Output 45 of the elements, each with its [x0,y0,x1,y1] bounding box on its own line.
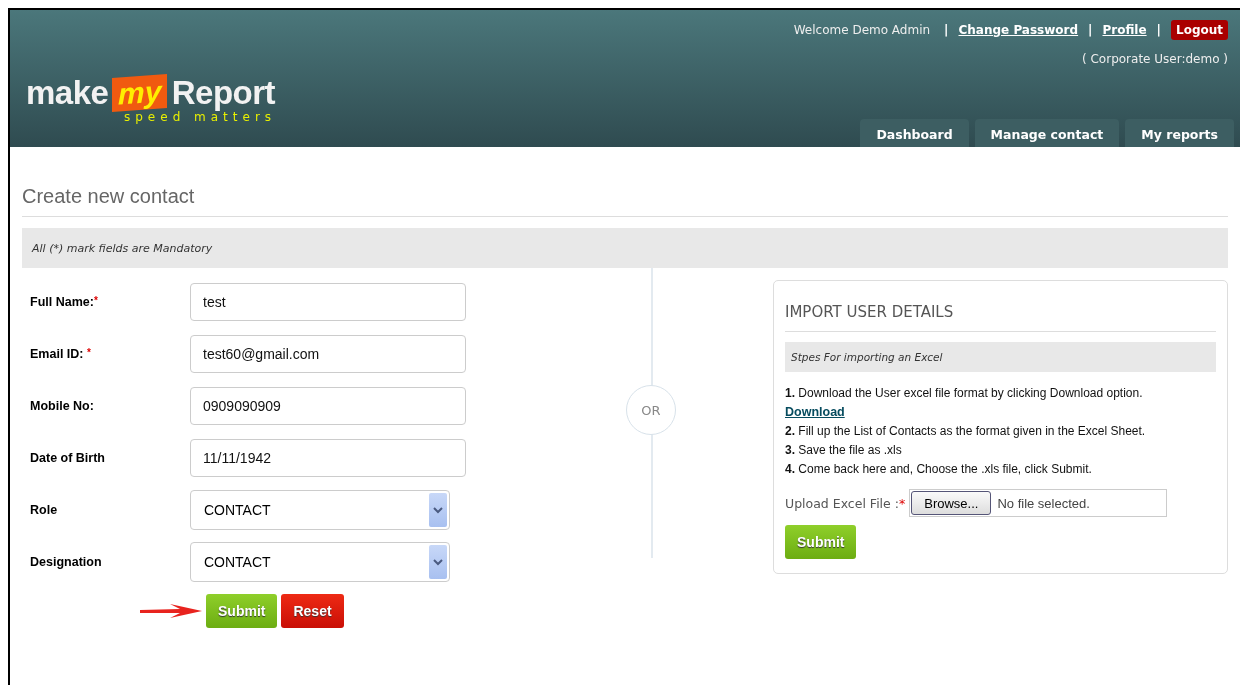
nav-tab[interactable]: My reports [1125,119,1234,147]
dropdown-icon [429,545,447,579]
step-text: 1. Download the User excel file format by clicking Download option. [785,385,1144,402]
field-label: Designation [29,555,103,569]
select-field[interactable]: CONTACT [190,542,450,582]
step-text: 4. Come back here and, Choose the .xls file, click Submit. [785,461,1093,478]
separator: | [1156,23,1161,37]
field-label: Full Name:* [29,295,99,309]
text-field[interactable]: 11/11/1942 [190,439,466,477]
field-label: Date of Birth [29,451,106,465]
logo-tagline: speed matters [124,110,277,124]
arrow-icon [140,603,202,619]
corporate-user-text: ( Corporate User:demo ) [1082,52,1228,66]
subtitle-bar: Stpes For importing an Excel [785,342,1216,372]
separator: | [1088,23,1093,37]
text-field[interactable]: 0909090909 [190,387,466,425]
nav-tab[interactable]: Dashboard [860,119,969,147]
step-text: 3. Save the file as .xls [785,442,903,459]
field-label: Mobile No: [29,399,95,413]
reset-button[interactable]: Reset [281,594,344,628]
notice-bar: All (*) mark fields are Mandatory [22,228,1228,268]
logo-badge: my [112,74,168,112]
welcome-text: Welcome Demo Admin [793,23,931,37]
file-status: No file selected. [997,495,1090,511]
or-badge: OR [626,385,676,435]
select-field[interactable]: CONTACT [190,490,450,530]
logo-text: Report [171,74,276,111]
panel-title: IMPORT USER DETAILS [785,291,1216,332]
browse-button[interactable]: Browse... [911,491,992,515]
logo-text: make [26,74,109,112]
text-field[interactable]: test60@gmail.com [190,335,466,373]
field-label: Role [29,503,59,517]
file-field[interactable]: Browse... No file selected. [909,489,1168,517]
text-field[interactable]: test [190,283,466,321]
download-link[interactable]: Download [785,403,845,422]
nav-tab[interactable]: Manage contact [974,119,1120,147]
header-link[interactable]: Profile [1102,23,1147,37]
header-link[interactable]: Change Password [958,23,1079,37]
page-title: Create new contact [22,147,1228,217]
logout-button[interactable]: Logout [1171,20,1228,40]
separator: | [944,23,949,37]
field-label: Email ID: * [29,347,92,361]
dropdown-icon [429,493,447,527]
upload-label: Upload Excel File :* [785,495,906,511]
step-text: 2. Fill up the List of Contacts as the format given in the Excel Sheet. [785,423,1147,440]
